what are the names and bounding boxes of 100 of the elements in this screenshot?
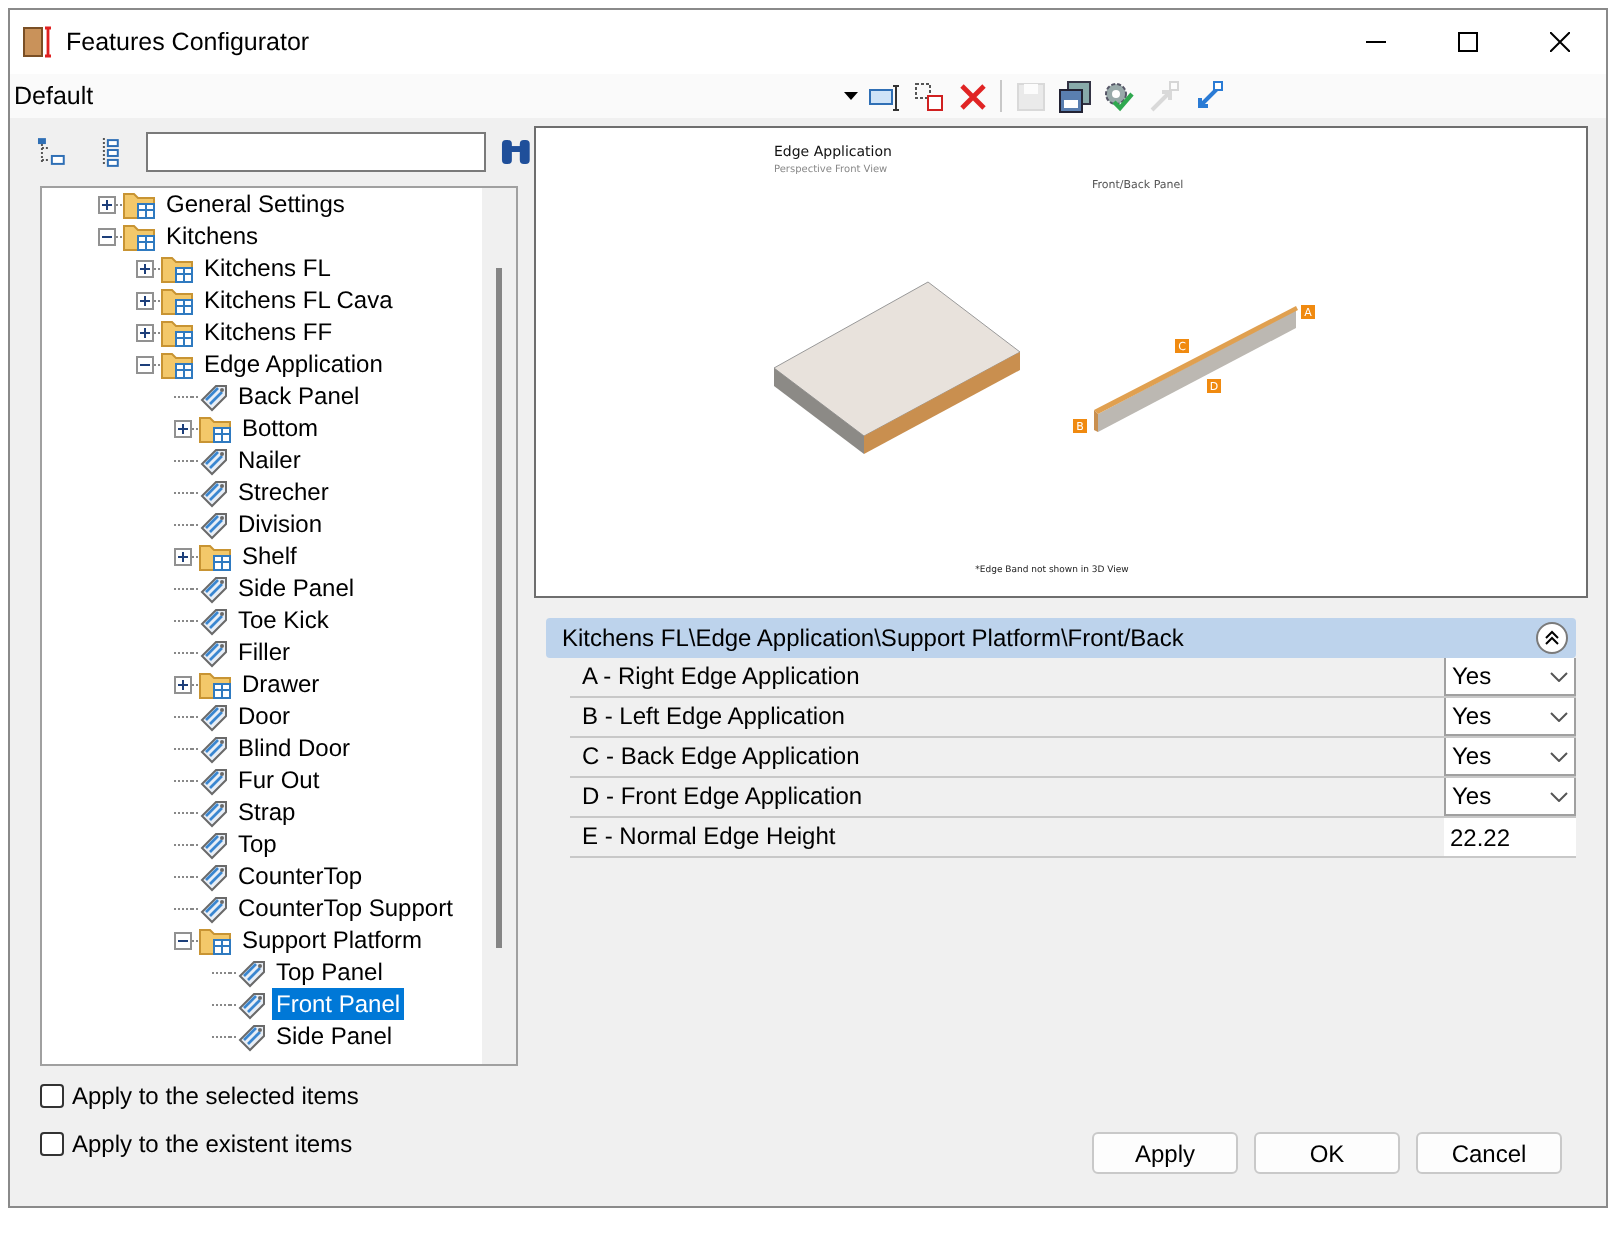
tree-item[interactable]: General Settings bbox=[162, 188, 349, 220]
folder-icon bbox=[160, 349, 196, 379]
tree-item[interactable]: Top Panel bbox=[272, 956, 387, 988]
tree-item[interactable]: Support Platform bbox=[238, 924, 427, 956]
checkbox[interactable] bbox=[40, 1084, 64, 1108]
search-icon[interactable] bbox=[498, 136, 535, 168]
tree-item[interactable]: Toe Kick bbox=[234, 604, 333, 636]
scrollbar[interactable] bbox=[482, 188, 516, 1064]
value-dropdown[interactable]: Yes bbox=[1444, 778, 1576, 816]
caret-icon bbox=[844, 92, 858, 100]
tree-item[interactable]: Blind Door bbox=[234, 732, 355, 764]
expand-icon[interactable] bbox=[174, 675, 192, 693]
copy-icon bbox=[911, 79, 945, 113]
tag-icon bbox=[198, 380, 230, 412]
tree-item[interactable]: Top bbox=[234, 828, 281, 860]
expand-icon[interactable] bbox=[174, 419, 192, 437]
folder-icon bbox=[160, 317, 196, 347]
tree-item[interactable]: Kitchens FF bbox=[200, 316, 337, 348]
tag-icon bbox=[198, 764, 230, 796]
tree-item[interactable]: Side Panel bbox=[272, 1020, 397, 1052]
tree-item[interactable]: Shelf bbox=[238, 540, 301, 572]
folder-icon bbox=[198, 541, 234, 571]
tree-item[interactable]: Kitchens FL Cava bbox=[200, 284, 397, 316]
property-label: B - Left Edge Application bbox=[580, 700, 847, 734]
tag-icon bbox=[198, 572, 230, 604]
tag-icon bbox=[198, 732, 230, 764]
tag-icon bbox=[198, 604, 230, 636]
property-label: C - Back Edge Application bbox=[580, 740, 862, 774]
tag-icon bbox=[198, 700, 230, 732]
tree-item[interactable]: CounterTop bbox=[234, 860, 367, 892]
collapse-button[interactable] bbox=[1536, 622, 1568, 654]
category-title: Kitchens FL\Edge Application\Support Platform\Front/Back bbox=[562, 624, 1184, 652]
folder-icon bbox=[160, 285, 196, 315]
chevron-down-icon bbox=[1550, 711, 1568, 721]
tree-item[interactable]: Fur Out bbox=[234, 764, 324, 796]
delete-icon bbox=[955, 79, 989, 113]
property-label: E - Normal Edge Height bbox=[580, 820, 838, 854]
expand-icon[interactable] bbox=[174, 547, 192, 565]
tree-item[interactable]: Door bbox=[234, 700, 295, 732]
tree-item[interactable]: Strap bbox=[234, 796, 300, 828]
tree-item[interactable]: Side Panel bbox=[234, 572, 359, 604]
checkbox[interactable] bbox=[40, 1132, 64, 1156]
expand-icon[interactable] bbox=[98, 195, 116, 213]
expand-icon[interactable] bbox=[136, 259, 154, 277]
tag-icon bbox=[198, 892, 230, 924]
tree-item[interactable]: Kitchens bbox=[162, 220, 263, 252]
tree-item[interactable]: CounterTop Support bbox=[234, 892, 457, 924]
tree-item[interactable]: Kitchens FL bbox=[200, 252, 335, 284]
tag-icon bbox=[198, 508, 230, 540]
tree-item[interactable]: Front Panel bbox=[272, 988, 405, 1020]
chevron-down-icon bbox=[1550, 791, 1568, 801]
tree-collapse-icon[interactable] bbox=[36, 136, 68, 168]
arrow-icon bbox=[1145, 79, 1179, 113]
tag-icon bbox=[198, 796, 230, 828]
tag-icon bbox=[198, 860, 230, 892]
app-icon bbox=[22, 26, 54, 58]
value-field[interactable]: 22.22 bbox=[1444, 818, 1576, 856]
category-header[interactable]: Kitchens FL\Edge Application\Support Platform\Front/Back bbox=[546, 618, 1576, 658]
tag-icon bbox=[198, 828, 230, 860]
folder-icon bbox=[122, 221, 158, 251]
property-label: D - Front Edge Application bbox=[580, 780, 865, 814]
save-all-icon bbox=[1057, 79, 1091, 113]
dialog-button[interactable]: OK bbox=[1254, 1132, 1400, 1174]
collapse-icon[interactable] bbox=[136, 355, 154, 373]
property-label: A - Right Edge Application bbox=[580, 660, 862, 694]
expand-icon[interactable] bbox=[136, 323, 154, 341]
value-dropdown[interactable]: Yes bbox=[1444, 738, 1576, 776]
text-field-icon bbox=[867, 79, 901, 113]
tag-icon bbox=[198, 636, 230, 668]
tag-icon bbox=[236, 956, 268, 988]
folder-icon bbox=[198, 925, 234, 955]
folder-icon bbox=[198, 669, 234, 699]
window-title: Features Configurator bbox=[66, 28, 312, 56]
folder-icon bbox=[160, 253, 196, 283]
close-icon bbox=[1550, 32, 1570, 52]
tree-item[interactable]: Strecher bbox=[234, 476, 333, 508]
tree-item[interactable]: Division bbox=[234, 508, 327, 540]
collapse-icon[interactable] bbox=[98, 227, 116, 245]
search-field[interactable] bbox=[145, 132, 487, 172]
tag-icon bbox=[198, 444, 230, 476]
save-icon bbox=[1013, 79, 1047, 113]
dialog-button[interactable]: Apply bbox=[1092, 1132, 1238, 1174]
value-dropdown[interactable]: Yes bbox=[1444, 658, 1576, 696]
folder-icon bbox=[198, 413, 234, 443]
tag-icon bbox=[236, 988, 268, 1020]
value-dropdown[interactable]: Yes bbox=[1444, 698, 1576, 736]
checkbox-label: Apply to the selected items bbox=[72, 1082, 359, 1110]
tree-item[interactable]: Bottom bbox=[238, 412, 323, 444]
collapse-icon[interactable] bbox=[174, 931, 192, 949]
dialog-button[interactable]: Cancel bbox=[1416, 1132, 1562, 1174]
chevron-down-icon bbox=[1550, 751, 1568, 761]
tree-item[interactable]: Nailer bbox=[234, 444, 305, 476]
checkbox-label: Apply to the existent items bbox=[72, 1130, 353, 1158]
tree-item[interactable]: Edge Application bbox=[200, 348, 387, 380]
tree-item[interactable]: Back Panel bbox=[234, 380, 364, 412]
expand-icon[interactable] bbox=[136, 291, 154, 309]
tree-item[interactable]: Filler bbox=[234, 636, 294, 668]
tag-icon bbox=[236, 1020, 268, 1052]
tree-item[interactable]: Drawer bbox=[238, 668, 324, 700]
gear-check-icon bbox=[1101, 79, 1135, 113]
